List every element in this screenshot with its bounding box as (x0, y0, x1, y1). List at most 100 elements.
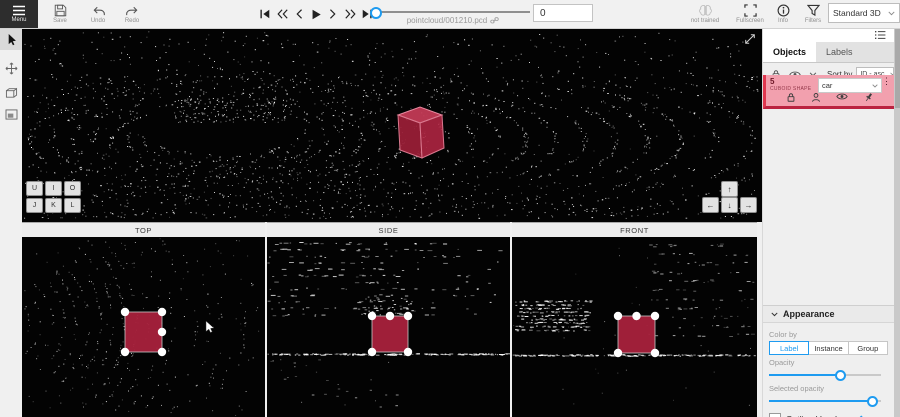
opacity-label: Opacity (769, 358, 888, 367)
top-view-pane[interactable] (22, 237, 265, 417)
object-card-5[interactable]: 5 CUBOID SHAPE car ⋮ (763, 75, 894, 109)
info-button[interactable]: Info (770, 0, 796, 28)
tab-objects[interactable]: Objects (763, 42, 816, 62)
front-view-pane[interactable] (512, 237, 757, 417)
front-view-header: FRONT (512, 222, 757, 238)
list-menu-icon[interactable] (874, 30, 886, 40)
image-overlay-tool-button[interactable] (0, 104, 22, 125)
side-view-pane[interactable] (267, 237, 510, 417)
top-view-header: TOP (22, 222, 265, 238)
menu-button[interactable]: Menu (0, 0, 38, 28)
info-label: Info (778, 18, 788, 24)
outlined-borders-checkbox[interactable] (769, 413, 781, 417)
frame-slider-track[interactable] (372, 11, 530, 13)
appearance-section: Appearance Color by Label Instance Group… (763, 305, 894, 417)
appearance-title: Appearance (783, 309, 835, 319)
object-menu-icon[interactable]: ⋮ (882, 77, 891, 86)
previous-frame-button[interactable] (292, 6, 306, 22)
selected-opacity-slider-fill (769, 400, 872, 402)
mouse-cursor (206, 321, 214, 333)
key-u-button[interactable]: U (26, 181, 43, 196)
panel-top-bar (763, 28, 894, 42)
move-tool-button[interactable] (0, 58, 22, 79)
selected-opacity-slider-handle[interactable] (867, 396, 878, 407)
panel-tabs: Objects Labels (763, 42, 894, 63)
color-by-group-button[interactable]: Group (849, 341, 888, 355)
person-icon[interactable] (811, 92, 821, 103)
cursor-icon (5, 33, 17, 47)
undo-label: Undo (91, 18, 105, 24)
tab-labels[interactable]: Labels (816, 42, 863, 62)
opacity-slider[interactable] (769, 369, 886, 381)
arrow-down-button[interactable]: ↓ (721, 197, 738, 213)
pin-icon[interactable] (863, 92, 874, 103)
filters-button[interactable]: Filters (798, 0, 828, 28)
toolbar: Menu Save Undo Redo pointclou (0, 0, 900, 29)
info-icon (777, 4, 790, 17)
selected-opacity-slider[interactable] (769, 395, 886, 407)
undo-button[interactable]: Undo (82, 0, 114, 28)
mode-select[interactable]: Standard 3D (828, 3, 900, 23)
arrow-up-button[interactable]: ↑ (721, 181, 738, 197)
skip-to-start-button[interactable] (258, 6, 272, 22)
key-o-button[interactable]: O (64, 181, 81, 196)
category-select[interactable]: car (818, 78, 882, 93)
fullscreen-label: Fullscreen (736, 18, 764, 24)
frame-input[interactable] (533, 4, 593, 22)
arrow-right-button[interactable]: → (740, 197, 757, 213)
redo-icon (125, 5, 140, 17)
top-view-box-overlay[interactable] (22, 237, 265, 417)
color-by-instance-button[interactable]: Instance (809, 341, 848, 355)
selected-opacity-label: Selected opacity (769, 384, 888, 393)
save-button[interactable]: Save (42, 0, 78, 28)
play-button[interactable] (309, 6, 323, 22)
right-panel: Objects Labels Sort by ID - asc... 5 CUB… (762, 28, 900, 417)
playback-controls (258, 0, 374, 28)
brain-icon (697, 4, 714, 17)
eye-icon[interactable] (836, 92, 848, 103)
cuboid-tool-button[interactable] (0, 82, 22, 103)
chevron-down-icon (771, 312, 778, 317)
cuboid-3d-overlay[interactable] (22, 28, 762, 222)
color-by-label: Color by (769, 330, 888, 339)
color-by-segmented: Label Instance Group (769, 341, 888, 355)
next-frame-button[interactable] (326, 6, 340, 22)
appearance-header[interactable]: Appearance (763, 306, 894, 323)
top-view-title: TOP (135, 226, 152, 235)
save-icon (54, 4, 67, 17)
expand-view-icon[interactable] (744, 33, 756, 45)
side-view-header: SIDE (267, 222, 510, 238)
color-by-label-button[interactable]: Label (769, 341, 809, 355)
save-label: Save (53, 18, 67, 24)
side-view-box-overlay[interactable] (267, 237, 510, 417)
opacity-slider-handle[interactable] (835, 370, 846, 381)
key-k-button[interactable]: K (45, 198, 62, 213)
keyboard-hints: U I O J K L (26, 181, 81, 215)
redo-button[interactable]: Redo (116, 0, 148, 28)
tool-rail (0, 28, 23, 417)
panel-scrollbar[interactable] (894, 28, 900, 417)
fullscreen-button[interactable]: Fullscreen (730, 0, 770, 28)
fast-forward-button[interactable] (343, 6, 357, 22)
key-l-button[interactable]: L (64, 198, 81, 213)
select-tool-button[interactable] (0, 29, 22, 50)
image-icon (5, 109, 18, 120)
object-id: 5 (770, 77, 774, 86)
key-i-button[interactable]: I (45, 181, 62, 196)
not-trained-button[interactable]: not trained (684, 0, 726, 28)
annotation-app: Menu Save Undo Redo pointclou (0, 0, 900, 417)
panel-scrollbar-thumb[interactable] (895, 28, 900, 108)
main-3d-viewport[interactable]: U I O J K L ↑ ← ↓ → (22, 28, 762, 222)
front-view-box-overlay[interactable] (512, 237, 757, 417)
arrow-left-button[interactable]: ← (702, 197, 719, 213)
hamburger-icon (12, 5, 26, 16)
link-icon[interactable] (490, 16, 499, 25)
opacity-slider-fill (769, 374, 840, 376)
object-actions (766, 92, 894, 103)
fast-backward-button[interactable] (275, 6, 289, 22)
mode-select-value: Standard 3D (833, 8, 881, 18)
filename-text: pointcloud/001210.pcd (407, 16, 488, 25)
key-j-button[interactable]: J (26, 198, 43, 213)
lock-icon[interactable] (786, 92, 796, 103)
side-view-title: SIDE (379, 226, 399, 235)
